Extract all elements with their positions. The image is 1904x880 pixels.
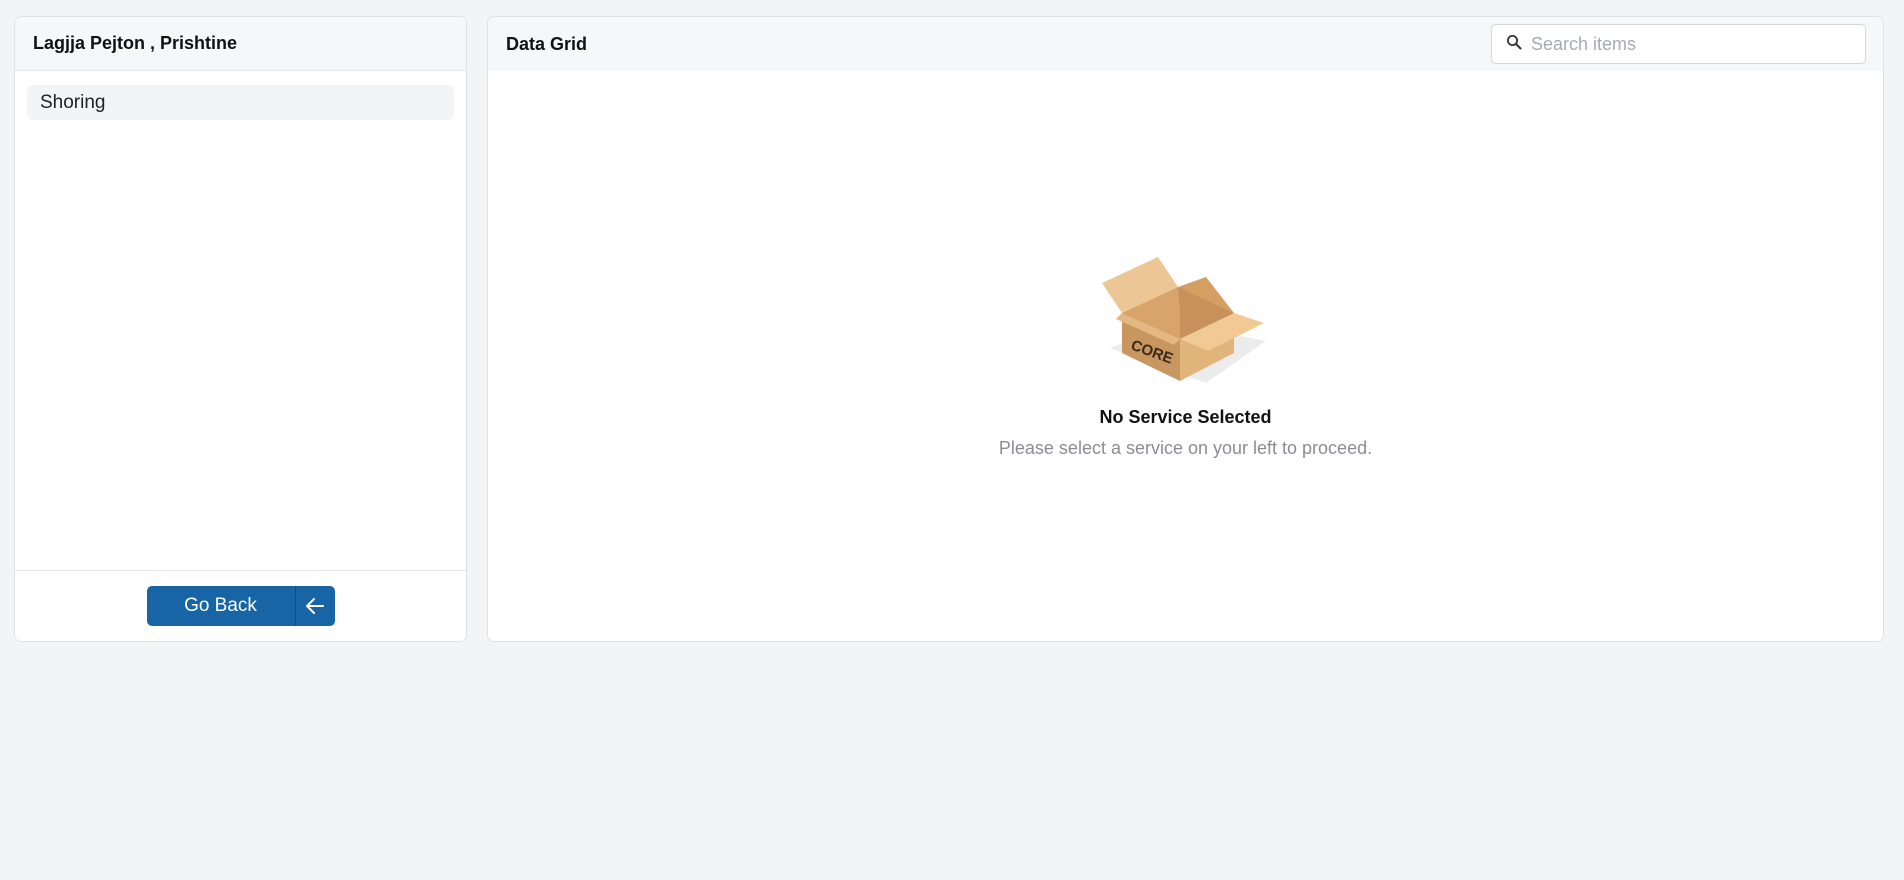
data-grid-panel: Data Grid Search items CORE No Service S… bbox=[487, 16, 1884, 642]
search-box[interactable] bbox=[1491, 24, 1866, 64]
left-panel-footer: Go Back bbox=[15, 570, 466, 641]
list-item-label: Shoring bbox=[40, 91, 106, 113]
empty-state-subtitle: Please select a service on your left to … bbox=[998, 438, 1373, 458]
search-icon bbox=[1506, 34, 1522, 55]
service-list: Shoring bbox=[15, 71, 466, 134]
list-item-shoring[interactable]: Shoring bbox=[27, 85, 454, 120]
location-title: Lagjja Pejton , Prishtine bbox=[15, 17, 466, 71]
data-grid-title: Data Grid bbox=[506, 33, 588, 54]
empty-state: CORE No Service Selected Please select a… bbox=[488, 253, 1883, 459]
search-input[interactable] bbox=[1522, 25, 1865, 63]
empty-state-title: No Service Selected bbox=[1099, 407, 1272, 427]
go-back-label: Go Back bbox=[184, 595, 257, 616]
open-box-illustration: CORE bbox=[1101, 257, 1266, 383]
data-grid-header: Data Grid bbox=[488, 17, 1883, 71]
arrow-left-icon bbox=[294, 586, 335, 626]
location-panel: Lagjja Pejton , Prishtine Shoring Go Bac… bbox=[14, 16, 467, 642]
go-back-button[interactable]: Go Back bbox=[146, 586, 335, 626]
